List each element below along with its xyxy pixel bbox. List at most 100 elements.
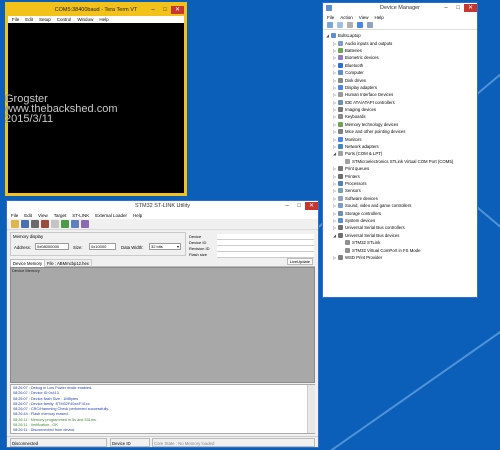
compare-icon[interactable] (81, 220, 89, 228)
tree-item-label: IDE ATA/ATAPI controllers (345, 99, 395, 105)
live-update-checkbox[interactable]: LiveUpdate (286, 258, 313, 265)
tree-child-item[interactable]: STM32 STLink (326, 239, 475, 246)
tree-item-label: Universal Serial Bus controllers (345, 225, 405, 231)
teraterm-menu-file[interactable]: File (12, 16, 19, 23)
stlink-menu-file[interactable]: File (11, 212, 18, 219)
device-icon (338, 121, 343, 127)
tree-category-item[interactable]: ▷ Display adapters (326, 84, 475, 91)
tree-category-item[interactable]: ◢ Universal Serial Bus devices (326, 232, 475, 239)
devmgr-menu-help[interactable]: Help (374, 14, 383, 21)
teraterm-menu-help[interactable]: Help (99, 16, 108, 23)
stlink-title-bar[interactable]: STM32 ST-LINK Utility – □ ✕ (7, 201, 318, 212)
close-button[interactable]: ✕ (171, 6, 184, 14)
target-icon[interactable] (71, 220, 79, 228)
tree-category-item[interactable]: ▷ Printers (326, 172, 475, 179)
devmgr-menu-view[interactable]: View (359, 14, 369, 21)
devmgr-menu-file[interactable]: File (327, 14, 334, 21)
tree-item-label: STMicroelectronics STLink Virtual COM Po… (352, 158, 454, 164)
tree-category-item[interactable]: ▷ Processors (326, 180, 475, 187)
device-memory-panel: Device Memory (10, 267, 315, 383)
tree-category-item[interactable]: ▷ Human Interface Devices (326, 91, 475, 98)
tree-category-item[interactable]: ▷ Batteries (326, 47, 475, 54)
devmgr-app-icon (326, 5, 332, 11)
device-tree: ◢ BoltsLaptop ▷ Audio inputs and outputs ▷… (323, 30, 477, 290)
tree-item-label: Audio inputs and outputs (345, 40, 393, 46)
tree-item-label: WSD Print Provider (345, 254, 383, 260)
tree-category-item[interactable]: ▷ Universal Serial Bus controllers (326, 224, 475, 231)
tree-root[interactable]: ◢ BoltsLaptop (326, 32, 475, 39)
teraterm-title-bar[interactable]: COM5:38400baud - Tera Term VT – □ ✕ (8, 5, 184, 16)
program-verify-icon[interactable] (61, 220, 69, 228)
status-core-state: Core State : No Memory loaded (152, 438, 315, 447)
tree-category-item[interactable]: ▷ Sound, video and game controllers (326, 202, 475, 209)
tree-category-item[interactable]: ▷ WSD Print Provider (326, 254, 475, 261)
maximize-button[interactable]: □ (453, 4, 463, 12)
devmgr-menu-bar: File Action View Help (323, 14, 477, 21)
data-width-select[interactable]: 32 bits ▾ (149, 243, 181, 250)
tree-category-item[interactable]: ▷ Computer (326, 69, 475, 76)
teraterm-title: COM5:38400baud - Tera Term VT (54, 7, 138, 13)
tree-category-item[interactable]: ▷ Biometric devices (326, 54, 475, 61)
teraterm-menu-setup[interactable]: Setup (39, 16, 51, 23)
teraterm-menu-window[interactable]: Window (77, 16, 93, 23)
minimize-button[interactable]: – (441, 4, 451, 12)
maximize-button[interactable]: □ (160, 6, 170, 14)
tree-child-item[interactable]: STMicroelectronics STLink Virtual COM Po… (326, 158, 475, 165)
tree-category-item[interactable]: ▷ Keyboards (326, 113, 475, 120)
tree-category-item[interactable]: ▷ Network adapters (326, 143, 475, 150)
tree-category-item[interactable]: ▷ Memory technology devices (326, 121, 475, 128)
tree-category-item[interactable]: ▷ Print queues (326, 165, 475, 172)
minimize-button[interactable]: – (282, 202, 292, 210)
size-input[interactable]: 0x10000 (89, 243, 116, 250)
help-icon[interactable] (357, 22, 363, 28)
stlink-menu-help[interactable]: Help (133, 212, 142, 219)
tree-category-item[interactable]: ◢ Ports (COM & LPT) (326, 150, 475, 157)
connect-icon[interactable] (31, 220, 39, 228)
stlink-menu-target[interactable]: Target (54, 212, 67, 219)
forward-arrow-icon[interactable] (337, 22, 343, 28)
erase-icon[interactable] (51, 220, 59, 228)
minimize-button[interactable]: – (148, 6, 158, 14)
maximize-button[interactable]: □ (294, 202, 304, 210)
tree-category-item[interactable]: ▷ Audio inputs and outputs (326, 39, 475, 46)
device-icon (338, 181, 343, 186)
stlink-menu-st-link[interactable]: ST-LINK (72, 212, 89, 219)
device-info-panel: Device Device ID Revision ID Flash size (189, 234, 314, 258)
tree-category-item[interactable]: ▷ Disk drives (326, 76, 475, 83)
tree-category-item[interactable]: ▷ Monitors (326, 135, 475, 142)
open-file-icon[interactable] (11, 220, 19, 228)
tree-category-item[interactable]: ▷ Mice and other pointing devices (326, 128, 475, 135)
device-icon (338, 62, 343, 68)
tab-file[interactable]: File : ABMmcbp12.hex (44, 259, 92, 267)
teraterm-menu-control[interactable]: Control (57, 16, 72, 23)
log-scrollbar[interactable] (307, 385, 315, 433)
devmgr-menu-action[interactable]: Action (340, 14, 353, 21)
teraterm-menu-edit[interactable]: Edit (25, 16, 33, 23)
close-button[interactable]: ✕ (464, 4, 477, 12)
tree-root-label: BoltsLaptop (338, 33, 361, 39)
tree-category-item[interactable]: ▷ Bluetooth (326, 62, 475, 69)
stlink-menu-view[interactable]: View (38, 212, 48, 219)
device-icon (338, 195, 343, 201)
tab-device-memory[interactable]: Device Memory (10, 259, 46, 267)
close-button[interactable]: ✕ (305, 202, 318, 210)
tree-child-item[interactable]: STM32 Virtual ComPort in FS Mode (326, 246, 475, 253)
tree-category-item[interactable]: ▷ Software devices (326, 195, 475, 202)
tree-category-item[interactable]: ▷ IDE ATA/ATAPI controllers (326, 99, 475, 106)
scan-hardware-icon[interactable] (367, 22, 373, 28)
address-input[interactable]: 0x08000000 (35, 243, 69, 250)
back-arrow-icon[interactable] (327, 22, 333, 28)
device-icon (338, 188, 343, 194)
save-icon[interactable] (21, 220, 29, 228)
disconnect-icon[interactable] (41, 220, 49, 228)
stlink-menu-edit[interactable]: Edit (24, 212, 32, 219)
devmgr-title-bar[interactable]: Device Manager – □ ✕ (323, 3, 477, 14)
tree-category-item[interactable]: ▷ Sensors (326, 187, 475, 194)
address-label: Address: (14, 245, 31, 250)
device-icon (338, 151, 343, 157)
properties-icon[interactable] (347, 22, 353, 28)
tree-category-item[interactable]: ▷ System devices (326, 217, 475, 224)
stlink-menu-external-loader[interactable]: External Loader (95, 212, 127, 219)
tree-category-item[interactable]: ▷ Imaging devices (326, 106, 475, 113)
tree-category-item[interactable]: ▷ Storage controllers (326, 209, 475, 216)
